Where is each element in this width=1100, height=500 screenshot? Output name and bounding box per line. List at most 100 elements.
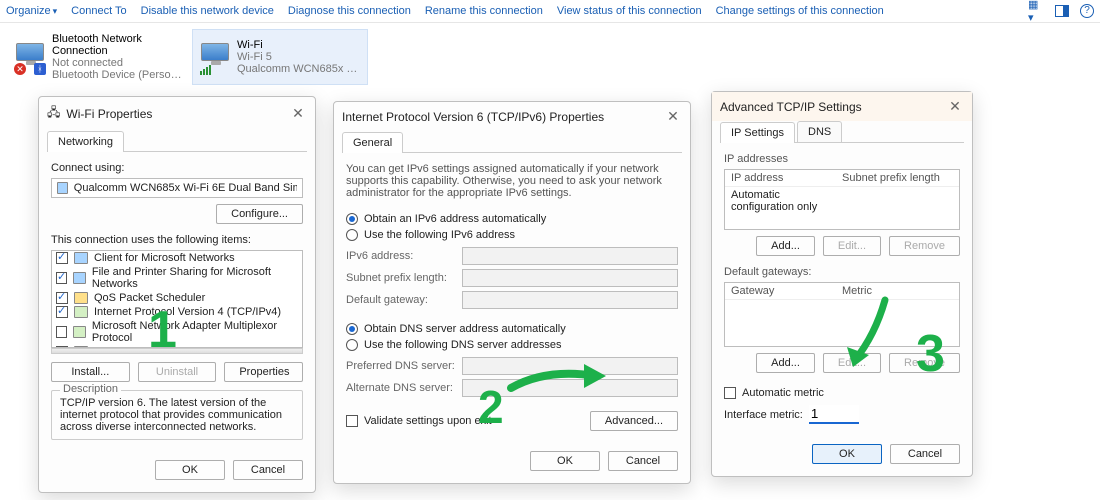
radio-use-address[interactable]: Use the following IPv6 address: [346, 229, 678, 241]
connect-using-label: Connect using:: [51, 162, 303, 174]
connection-title: Bluetooth Network Connection: [52, 33, 182, 57]
edit-gw-button[interactable]: Edit...: [823, 353, 881, 373]
list-item[interactable]: File and Printer Sharing for Microsoft N…: [52, 265, 302, 291]
list-item[interactable]: QoS Packet Scheduler: [52, 291, 302, 305]
validate-on-exit-checkbox[interactable]: Validate settings upon exit: [346, 415, 492, 427]
items-listbox[interactable]: Client for Microsoft Networks File and P…: [51, 250, 303, 348]
cancel-button[interactable]: Cancel: [890, 444, 960, 464]
add-gw-button[interactable]: Add...: [756, 353, 815, 373]
service-icon: [74, 292, 88, 304]
auto-metric-checkbox[interactable]: Automatic metric: [724, 387, 960, 399]
wifi-connection-icon: [201, 41, 229, 73]
interface-metric-input[interactable]: [809, 405, 859, 424]
network-connections-list: ✕ ᚼ Bluetooth Network Connection Not con…: [0, 23, 1100, 91]
pref-dns-input: [462, 357, 678, 375]
ok-button[interactable]: OK: [812, 444, 882, 464]
install-button[interactable]: Install...: [51, 362, 130, 382]
radio-icon: [346, 213, 358, 225]
radio-label: Obtain an IPv6 address automatically: [364, 213, 546, 225]
help-icon[interactable]: ?: [1080, 4, 1094, 18]
list-item-label: QoS Packet Scheduler: [94, 292, 205, 304]
client-icon: [74, 252, 88, 264]
checkbox-icon[interactable]: [56, 252, 68, 264]
connection-title: Wi-Fi: [237, 39, 367, 51]
add-ip-button[interactable]: Add...: [756, 236, 815, 256]
close-icon[interactable]: ✕: [946, 98, 964, 115]
col-prefix-header: Subnet prefix length: [842, 172, 953, 184]
protocol-icon: [73, 326, 86, 338]
ipv6-address-label: IPv6 address:: [346, 250, 456, 262]
edit-ip-button[interactable]: Edit...: [823, 236, 881, 256]
properties-button[interactable]: Properties: [224, 362, 303, 382]
interface-metric-label: Interface metric:: [724, 409, 803, 421]
horizontal-scrollbar[interactable]: [51, 348, 303, 354]
connect-to-link[interactable]: Connect To: [71, 5, 126, 17]
tab-networking[interactable]: Networking: [47, 131, 124, 152]
close-icon[interactable]: ✕: [289, 105, 307, 122]
connection-wifi[interactable]: Wi-Fi Wi-Fi 5 Qualcomm WCN685x Wi-Fi 6E …: [192, 29, 368, 85]
ip-row-auto: Automatic configuration only: [731, 189, 842, 213]
ipv6-properties-dialog: Internet Protocol Version 6 (TCP/IPv6) P…: [333, 101, 691, 484]
checkbox-icon[interactable]: [56, 326, 67, 338]
wifi-properties-dialog: 🖧 Wi-Fi Properties ✕ Networking Connect …: [38, 96, 316, 493]
connection-device: Qualcomm WCN685x Wi-Fi 6E Du...: [237, 63, 367, 75]
close-icon[interactable]: ✕: [664, 108, 682, 125]
col-metric-header: Metric: [842, 285, 953, 297]
col-gateway-header: Gateway: [731, 285, 842, 297]
adapter-field: Qualcomm WCN685x Wi-Fi 6E Dual Band Simu…: [51, 178, 303, 198]
gateway-label: Default gateway:: [346, 294, 456, 306]
advanced-button[interactable]: Advanced...: [590, 411, 678, 431]
preview-pane-icon[interactable]: [1054, 3, 1070, 19]
items-label: This connection uses the following items…: [51, 234, 303, 246]
checkbox-icon[interactable]: [56, 272, 67, 284]
tab-general[interactable]: General: [342, 132, 403, 153]
alt-dns-input: [462, 379, 678, 397]
cancel-button[interactable]: Cancel: [608, 451, 678, 471]
organize-menu[interactable]: Organize: [6, 5, 57, 17]
gateways-table: GatewayMetric: [724, 282, 960, 347]
uninstall-button[interactable]: Uninstall: [138, 362, 217, 382]
radio-icon: [346, 323, 358, 335]
prefix-label: Subnet prefix length:: [346, 272, 456, 284]
radio-auto-dns[interactable]: Obtain DNS server address automatically: [346, 323, 678, 335]
radio-auto-address[interactable]: Obtain an IPv6 address automatically: [346, 213, 678, 225]
intro-text: You can get IPv6 settings assigned autom…: [346, 163, 678, 199]
tab-ip-settings[interactable]: IP Settings: [720, 122, 795, 143]
remove-ip-button[interactable]: Remove: [889, 236, 960, 256]
ip-addresses-label: IP addresses: [724, 153, 960, 165]
col-ip-header: IP address: [731, 172, 842, 184]
cancel-button[interactable]: Cancel: [233, 460, 303, 480]
change-settings-link[interactable]: Change settings of this connection: [716, 5, 884, 17]
radio-icon: [346, 339, 358, 351]
dialog-title: Wi-Fi Properties: [66, 107, 152, 121]
checkbox-icon[interactable]: [56, 292, 68, 304]
rename-link[interactable]: Rename this connection: [425, 5, 543, 17]
configure-button[interactable]: Configure...: [216, 204, 303, 224]
checkbox-icon: [346, 415, 358, 427]
tab-dns[interactable]: DNS: [797, 121, 842, 142]
connection-device: Bluetooth Device (Personal Area ...: [52, 69, 182, 81]
diagnose-link[interactable]: Diagnose this connection: [288, 5, 411, 17]
view-status-link[interactable]: View status of this connection: [557, 5, 702, 17]
adapter-icon: [57, 182, 68, 194]
connection-bluetooth[interactable]: ✕ ᚼ Bluetooth Network Connection Not con…: [8, 29, 184, 85]
pref-dns-label: Preferred DNS server:: [346, 360, 456, 372]
description-text: TCP/IP version 6. The latest version of …: [60, 397, 294, 433]
ok-button[interactable]: OK: [530, 451, 600, 471]
description-label: Description: [60, 383, 121, 395]
monitor-icon: 🖧: [47, 103, 60, 124]
disable-device-link[interactable]: Disable this network device: [141, 5, 274, 17]
radio-use-dns[interactable]: Use the following DNS server addresses: [346, 339, 678, 351]
list-item-label: Client for Microsoft Networks: [94, 252, 235, 264]
dialog-title: Internet Protocol Version 6 (TCP/IPv6) P…: [342, 110, 604, 124]
list-item[interactable]: Microsoft Network Adapter Multiplexor Pr…: [52, 319, 302, 345]
advanced-tcpip-dialog: Advanced TCP/IP Settings ✕ IP Settings D…: [711, 91, 973, 477]
list-item[interactable]: Client for Microsoft Networks: [52, 251, 302, 265]
checkbox-icon[interactable]: [56, 306, 68, 318]
list-item-label: Microsoft Network Adapter Multiplexor Pr…: [92, 320, 298, 344]
view-mode-icon[interactable]: ▦ ▾: [1028, 3, 1044, 19]
adapter-name: Qualcomm WCN685x Wi-Fi 6E Dual Band Simu…: [74, 182, 297, 194]
ok-button[interactable]: OK: [155, 460, 225, 480]
list-item[interactable]: Internet Protocol Version 4 (TCP/IPv4): [52, 305, 302, 319]
remove-gw-button[interactable]: Remove: [889, 353, 960, 373]
